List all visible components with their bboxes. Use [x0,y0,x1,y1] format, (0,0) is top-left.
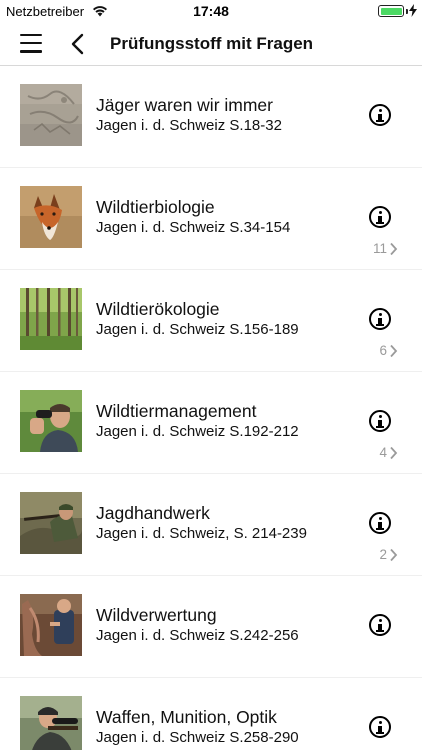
row-title: Waffen, Munition, Optik [96,707,277,727]
info-icon[interactable] [369,104,391,126]
subtopic-count[interactable]: 2 [379,547,398,562]
row-title: Jäger waren wir immer [96,95,273,115]
row-title: Wildtiermanagement [96,401,257,421]
fox-thumbnail [20,186,82,248]
charging-bolt-icon [409,4,417,17]
list-item[interactable]: Wildtiermanagement Jagen i. d. Schweiz S… [0,372,422,474]
row-title: Jagdhandwerk [96,503,210,523]
game-processing-thumbnail [20,594,82,656]
list-item[interactable]: Wildtierökologie Jagen i. d. Schweiz S.1… [0,270,422,372]
chevron-right-icon [390,548,398,561]
hunter-aiming-thumbnail [20,492,82,554]
man-with-scope-thumbnail [20,696,82,750]
row-title: Wildverwertung [96,605,217,625]
topic-list: Jäger waren wir immer Jagen i. d. Schwei… [0,66,422,750]
list-item[interactable]: Jagdhandwerk Jagen i. d. Schweiz, S. 214… [0,474,422,576]
list-item[interactable]: Wildtierbiologie Jagen i. d. Schweiz S.3… [0,168,422,270]
list-item[interactable]: Waffen, Munition, Optik Jagen i. d. Schw… [0,678,422,750]
list-item[interactable]: Jäger waren wir immer Jagen i. d. Schwei… [0,66,422,168]
subtopic-count-label: 2 [379,547,387,562]
navigation-bar: Prüfungsstoff mit Fragen [0,22,422,66]
row-title: Wildtierbiologie [96,197,215,217]
row-title: Wildtierökologie [96,299,220,319]
row-subtitle: Jagen i. d. Schweiz S.258-290 [96,729,299,746]
info-icon[interactable] [369,308,391,330]
row-subtitle: Jagen i. d. Schweiz S.156-189 [96,321,299,338]
subtopic-count[interactable]: 11 [373,241,398,256]
info-icon[interactable] [369,206,391,228]
row-subtitle: Jagen i. d. Schweiz S.18-32 [96,117,282,134]
chevron-right-icon [390,344,398,357]
info-icon[interactable] [369,614,391,636]
subtopic-count[interactable]: 4 [379,445,398,460]
chevron-left-icon[interactable] [68,32,88,56]
row-subtitle: Jagen i. d. Schweiz S.192-212 [96,423,299,440]
chevron-right-icon [390,446,398,459]
info-icon[interactable] [369,716,391,738]
rock-carving-thumbnail [20,84,82,146]
subtopic-count-label: 11 [372,241,387,256]
subtopic-count[interactable]: 6 [379,343,398,358]
subtopic-count-label: 6 [379,343,387,358]
man-with-binoculars-thumbnail [20,390,82,452]
subtopic-count-label: 4 [379,445,387,460]
list-item[interactable]: Wildverwertung Jagen i. d. Schweiz S.242… [0,576,422,678]
battery-cap [406,9,408,14]
chevron-right-icon [390,242,398,255]
clock: 17:48 [193,3,229,19]
status-bar: Netzbetreiber 17:48 [0,0,422,22]
hamburger-icon[interactable] [20,34,42,54]
battery-icon [378,5,404,17]
row-subtitle: Jagen i. d. Schweiz S.242-256 [96,627,299,644]
forest-thumbnail [20,288,82,350]
info-icon[interactable] [369,512,391,534]
page-title: Prüfungsstoff mit Fragen [110,34,314,53]
row-subtitle: Jagen i. d. Schweiz, S. 214-239 [96,525,307,542]
info-icon[interactable] [369,410,391,432]
row-subtitle: Jagen i. d. Schweiz S.34-154 [96,219,291,236]
